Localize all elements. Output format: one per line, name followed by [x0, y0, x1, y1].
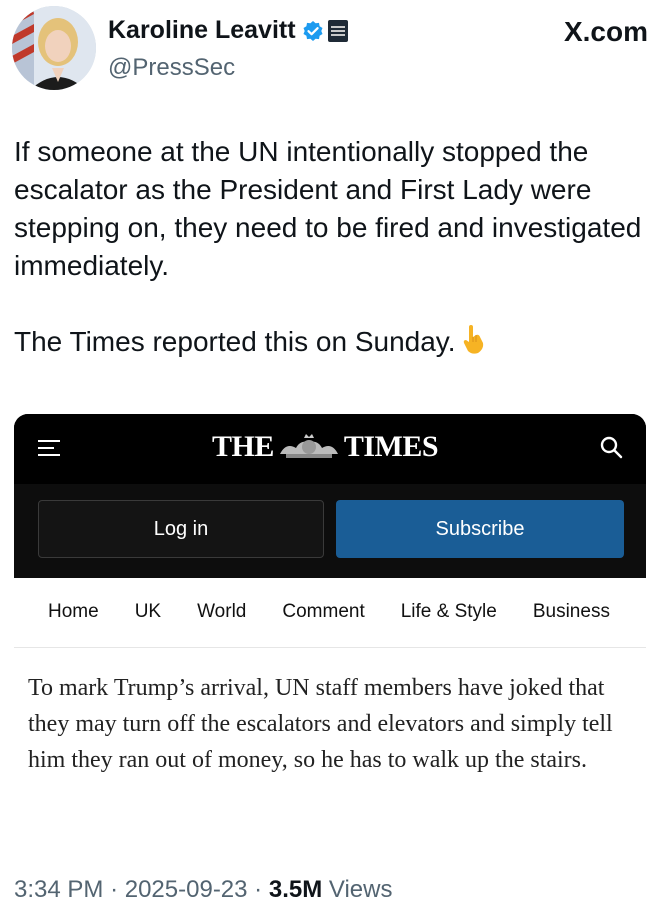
nav-item-business[interactable]: Business: [533, 601, 610, 623]
views-count: 3.5M: [268, 876, 323, 903]
times-section-nav: Home UK World Comment Life & Style Busin…: [14, 578, 646, 648]
meta-separator: ·: [110, 876, 119, 903]
meta-separator: ·: [254, 876, 263, 903]
nav-item-uk[interactable]: UK: [135, 601, 161, 623]
times-logo-times: TIMES: [343, 430, 439, 463]
tweet-paragraph-2: The Times reported this on Sunday.: [14, 323, 644, 361]
times-screenshot-card[interactable]: THE TIMES Log in Subscribe: [14, 414, 646, 578]
tweet-paragraph-1: If someone at the UN intentionally stopp…: [14, 136, 642, 281]
tweet-paragraph-2-text: The Times reported this on Sunday.: [14, 326, 456, 357]
article-excerpt: To mark Trump’s arrival, UN staff member…: [28, 675, 613, 773]
tweet-meta: 3:34 PM · 2025-09-23 · 3.5M Views: [14, 876, 392, 904]
times-header-bar: THE TIMES: [14, 414, 646, 484]
royal-crest-icon: [279, 434, 338, 458]
tweet-time[interactable]: 3:34 PM: [14, 876, 103, 903]
times-logo-the: THE: [212, 430, 274, 463]
subscribe-button[interactable]: Subscribe: [336, 500, 624, 558]
search-icon[interactable]: [598, 434, 624, 460]
avatar[interactable]: [12, 6, 96, 90]
login-button[interactable]: Log in: [38, 500, 324, 558]
nav-item-life-style[interactable]: Life & Style: [401, 601, 497, 623]
tweet-body: If someone at the UN intentionally stopp…: [14, 133, 644, 361]
x-com-watermark: X.com: [563, 16, 648, 47]
nav-fade: [606, 578, 646, 647]
times-logo[interactable]: THE TIMES: [212, 430, 439, 464]
tweet-header: Karoline Leavitt @PressSec X.com: [12, 6, 648, 96]
government-affiliation-badge-icon: [327, 19, 348, 42]
display-name[interactable]: Karoline Leavitt: [108, 16, 296, 45]
menu-icon[interactable]: [38, 438, 60, 458]
views-label: Views: [328, 876, 393, 903]
user-handle[interactable]: @PressSec: [108, 54, 235, 82]
nav-item-world[interactable]: World: [197, 601, 246, 623]
pointing-down-emoji-icon: [463, 325, 483, 354]
nav-item-home[interactable]: Home: [48, 601, 99, 623]
tweet-date[interactable]: 2025-09-23: [125, 876, 248, 903]
nav-item-comment[interactable]: Comment: [282, 601, 364, 623]
verified-badge-icon: [303, 20, 323, 41]
